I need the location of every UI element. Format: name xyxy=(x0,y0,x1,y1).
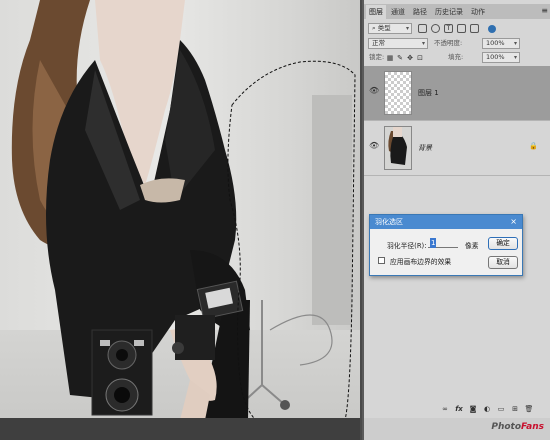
mask-icon[interactable]: ◙ xyxy=(468,404,478,414)
opacity-label: 不透明度: xyxy=(434,39,463,47)
lock-icon: 🔒 xyxy=(529,142,538,150)
smart-object-filter-icon[interactable] xyxy=(470,24,479,33)
tab-paths[interactable]: 路径 xyxy=(410,5,430,19)
folder-icon[interactable]: ▭ xyxy=(496,404,506,414)
blend-row: 正常 ▾ 不透明度: 100% ▾ xyxy=(364,37,550,51)
lace-top xyxy=(140,178,185,203)
feather-radius-label: 羽化半径(R): xyxy=(387,242,427,250)
chevron-down-icon: ▾ xyxy=(421,40,425,47)
tab-history[interactable]: 历史记录 xyxy=(432,5,466,19)
apply-canvas-bounds-label: 应用画布边界的效果 xyxy=(390,258,452,266)
fill-value: 100% xyxy=(486,53,505,61)
filter-toggle-icon[interactable] xyxy=(488,25,496,33)
search-icon: ⌕ xyxy=(372,24,376,32)
shape-filter-icon[interactable] xyxy=(457,24,466,33)
filter-row: ⌕ 类型 ▾ T xyxy=(364,22,550,36)
lock-position-icon[interactable]: ✥ xyxy=(406,54,414,62)
layer-row-background[interactable]: 👁 背景 🔒 xyxy=(364,121,550,176)
blend-mode-label: 正常 xyxy=(372,39,385,47)
tab-layers[interactable]: 图层 xyxy=(366,5,386,19)
pixel-filter-icon[interactable] xyxy=(418,24,427,33)
chevron-down-icon: ▾ xyxy=(513,54,517,61)
panel-tabs: 图层 通道 路径 历史记录 动作 ≡ xyxy=(364,4,550,19)
layer-thumbnail xyxy=(384,71,412,115)
canvas-pasteboard xyxy=(0,418,360,440)
photo-image xyxy=(11,0,356,434)
feather-selection-dialog: 羽化选区 × 羽化半径(R): 1 像素 确定 取消 应用画布边界的效果 xyxy=(369,214,523,276)
chevron-down-icon: ▾ xyxy=(513,40,517,47)
fill-input[interactable]: 100% ▾ xyxy=(482,52,520,63)
visibility-eye-icon[interactable]: 👁 xyxy=(369,141,379,150)
ok-button[interactable]: 确定 xyxy=(488,237,518,250)
close-icon[interactable]: × xyxy=(510,215,517,229)
chevron-down-icon: ▾ xyxy=(405,25,409,32)
adjustment-filter-icon[interactable] xyxy=(431,24,440,33)
apply-canvas-bounds-checkbox[interactable] xyxy=(378,257,385,264)
lock-label: 锁定: xyxy=(369,53,385,61)
lock-image-icon[interactable]: ✎ xyxy=(396,54,404,62)
site-watermark: PhotoFans xyxy=(491,422,544,432)
camera-tlr xyxy=(91,329,153,416)
lock-transparent-icon[interactable]: ▦ xyxy=(386,54,394,62)
opacity-input[interactable]: 100% ▾ xyxy=(482,38,520,49)
layer-row-selected[interactable]: 👁 图层 1 xyxy=(364,66,550,121)
feather-radius-input[interactable]: 1 xyxy=(428,238,458,248)
background-thumbnail-image xyxy=(388,127,407,165)
opacity-value: 100% xyxy=(486,39,505,47)
feather-radius-value: 1 xyxy=(430,238,437,248)
visibility-eye-icon[interactable]: 👁 xyxy=(369,86,379,95)
adjustment-icon[interactable]: ◐ xyxy=(482,404,492,414)
fx-button[interactable]: fx xyxy=(454,404,464,414)
layer-name[interactable]: 图层 1 xyxy=(418,88,439,98)
dialog-title-text: 羽化选区 xyxy=(375,218,403,226)
new-layer-icon[interactable]: ⊞ xyxy=(510,404,520,414)
blend-mode-select[interactable]: 正常 ▾ xyxy=(368,38,428,49)
dialog-title: 羽化选区 xyxy=(370,215,522,229)
fill-label: 填充: xyxy=(448,53,464,61)
panel-menu-icon[interactable]: ≡ xyxy=(541,6,548,15)
trash-icon[interactable]: 🗑 xyxy=(524,404,534,414)
cancel-button[interactable]: 取消 xyxy=(488,256,518,269)
panel-bottom-bar: ∞ fx ◙ ◐ ▭ ⊞ 🗑 xyxy=(364,402,550,416)
lock-all-icon[interactable]: ⊡ xyxy=(416,54,424,62)
filter-kind-label: 类型 xyxy=(377,24,391,32)
unit-label: 像素 xyxy=(465,242,479,250)
filter-kind-select[interactable]: ⌕ 类型 ▾ xyxy=(368,23,412,34)
lock-row: 锁定: ▦ ✎ ✥ ⊡ 填充: 100% ▾ xyxy=(364,51,550,65)
link-icon[interactable]: ∞ xyxy=(440,404,450,414)
document-canvas[interactable] xyxy=(0,0,360,440)
type-filter-icon[interactable]: T xyxy=(444,24,453,33)
tab-channels[interactable]: 通道 xyxy=(388,5,408,19)
tab-actions[interactable]: 动作 xyxy=(468,5,488,19)
light-stand xyxy=(239,300,333,406)
layer-name[interactable]: 背景 xyxy=(418,143,432,153)
layer-thumbnail xyxy=(384,126,412,170)
